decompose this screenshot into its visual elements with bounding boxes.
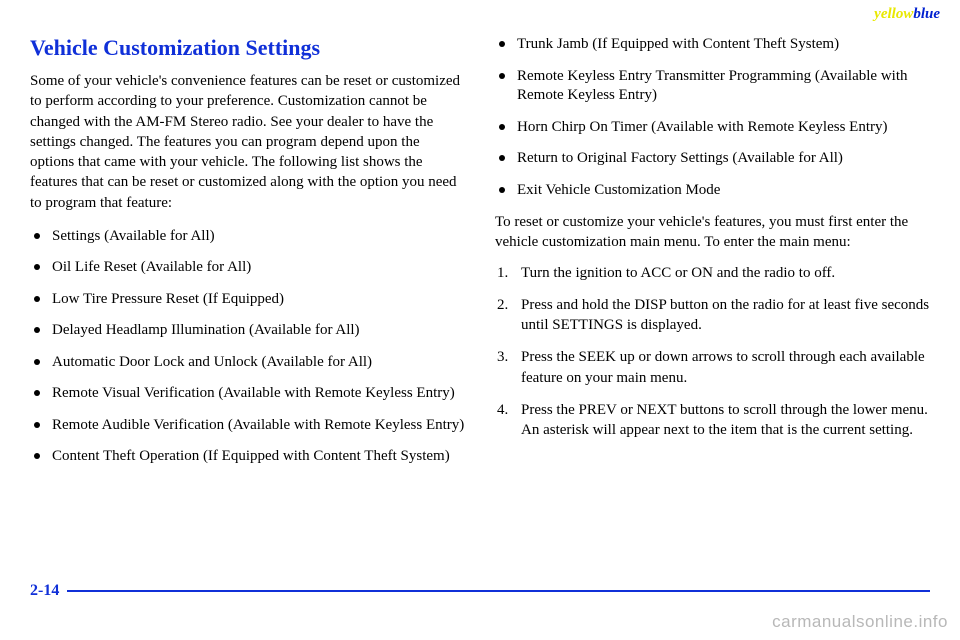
list-item: Content Theft Operation (If Equipped wit… <box>30 447 465 467</box>
list-item: Remote Keyless Entry Transmitter Program… <box>495 67 930 106</box>
list-item: Trunk Jamb (If Equipped with Content The… <box>495 35 930 55</box>
list-item: Exit Vehicle Customization Mode <box>495 181 930 201</box>
page-footer: 2-14 <box>30 582 930 600</box>
header-blue: blue <box>913 6 940 22</box>
header-brand: yellowblue <box>874 6 940 23</box>
page-content: Vehicle Customization Settings Some of y… <box>0 0 960 479</box>
step-item: Turn the ignition to ACC or ON and the r… <box>495 263 930 283</box>
feature-list-right: Trunk Jamb (If Equipped with Content The… <box>495 35 930 200</box>
list-item: Delayed Headlamp Illumination (Available… <box>30 321 465 341</box>
step-item: Press the PREV or NEXT buttons to scroll… <box>495 400 930 441</box>
list-item: Settings (Available for All) <box>30 227 465 247</box>
step-item: Press the SEEK up or down arrows to scro… <box>495 347 930 388</box>
list-item: Remote Audible Verification (Available w… <box>30 416 465 436</box>
step-item: Press and hold the DISP button on the ra… <box>495 295 930 336</box>
list-item: Automatic Door Lock and Unlock (Availabl… <box>30 353 465 373</box>
list-item: Oil Life Reset (Available for All) <box>30 258 465 278</box>
list-item: Remote Visual Verification (Available wi… <box>30 384 465 404</box>
instruction-paragraph: To reset or customize your vehicle's fea… <box>495 212 930 253</box>
left-column: Vehicle Customization Settings Some of y… <box>30 35 465 479</box>
list-item: Low Tire Pressure Reset (If Equipped) <box>30 290 465 310</box>
header-yellow: yellow <box>874 6 913 22</box>
right-column: Trunk Jamb (If Equipped with Content The… <box>495 35 930 479</box>
footer-rule <box>67 590 930 592</box>
list-item: Horn Chirp On Timer (Available with Remo… <box>495 118 930 138</box>
feature-list-left: Settings (Available for All) Oil Life Re… <box>30 227 465 467</box>
page-number: 2-14 <box>30 582 59 600</box>
section-title: Vehicle Customization Settings <box>30 35 465 61</box>
list-item: Return to Original Factory Settings (Ava… <box>495 149 930 169</box>
steps-list: Turn the ignition to ACC or ON and the r… <box>495 263 930 441</box>
watermark: carmanualsonline.info <box>772 612 948 632</box>
intro-paragraph: Some of your vehicle's convenience featu… <box>30 71 465 213</box>
